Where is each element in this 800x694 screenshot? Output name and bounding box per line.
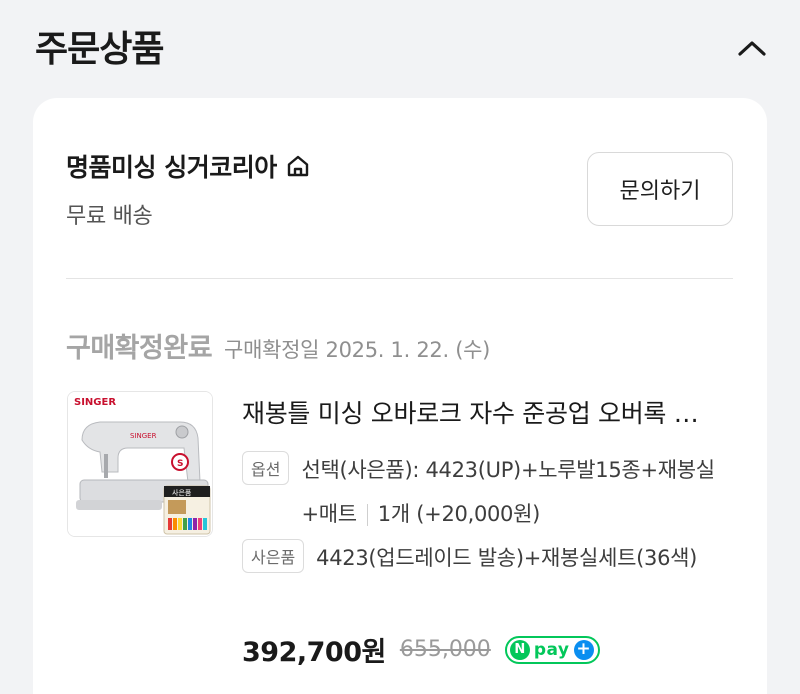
option-tag: 옵션 <box>242 451 290 485</box>
home-icon <box>287 155 308 177</box>
svg-text:S: S <box>177 459 183 469</box>
order-card: 명품미싱 싱거코리아 무료 배송 문의하기 구매확정완료 구매확정일 2025.… <box>33 98 767 694</box>
inquiry-button[interactable]: 문의하기 <box>587 152 733 226</box>
section-header: 주문상품 <box>0 0 800 95</box>
status-date: 구매확정일 2025. 1. 22. (수) <box>224 338 491 362</box>
gift-tag: 사은품 <box>242 539 305 573</box>
order-status: 구매확정완료 <box>66 333 213 364</box>
quantity: 1개 (+20,000원) <box>377 502 541 526</box>
chevron-up-icon <box>738 41 766 56</box>
npay-label: pay <box>533 639 570 660</box>
option-row: 옵션 선택(사은품): 4423(UP)+노루발15종+재봉실+매트 1개 (+2… <box>242 448 721 536</box>
naver-pay-badge: N pay + <box>504 635 600 664</box>
singer-logo: SINGER <box>74 397 116 408</box>
product-title[interactable]: 재봉틀 미싱 오바로크 자수 준공업 오버록 … <box>242 394 732 430</box>
product-thumbnail[interactable]: SINGER S SINGER 사은품 <box>67 391 213 537</box>
naver-n-icon: N <box>509 639 530 660</box>
gift-text: 4423(업드레이드 발송)+재봉실세트(36색) <box>316 546 698 570</box>
separator <box>366 504 368 526</box>
gift-badge: 사은품 <box>172 488 192 497</box>
option-text: 선택(사은품): 4423(UP)+노루발15종+재봉실+매트 1개 (+20,0… <box>301 448 721 536</box>
price-row: 392,700원 655,000 N pay + <box>242 630 600 669</box>
order-status-row: 구매확정완료 구매확정일 2025. 1. 22. (수) <box>66 326 490 365</box>
section-title: 주문상품 <box>35 29 164 70</box>
divider <box>66 278 733 279</box>
store-name[interactable]: 명품미싱 싱거코리아 <box>66 148 311 184</box>
sale-price: 392,700원 <box>242 637 386 668</box>
store-name-label: 명품미싱 싱거코리아 <box>66 153 277 182</box>
shipping-info: 무료 배송 <box>66 204 153 229</box>
svg-text:SINGER: SINGER <box>130 432 157 440</box>
original-price: 655,000 <box>399 637 491 662</box>
gift-row: 사은품 4423(업드레이드 발송)+재봉실세트(36색) <box>242 536 726 580</box>
plus-icon: + <box>573 639 594 660</box>
collapse-button[interactable] <box>732 28 772 68</box>
